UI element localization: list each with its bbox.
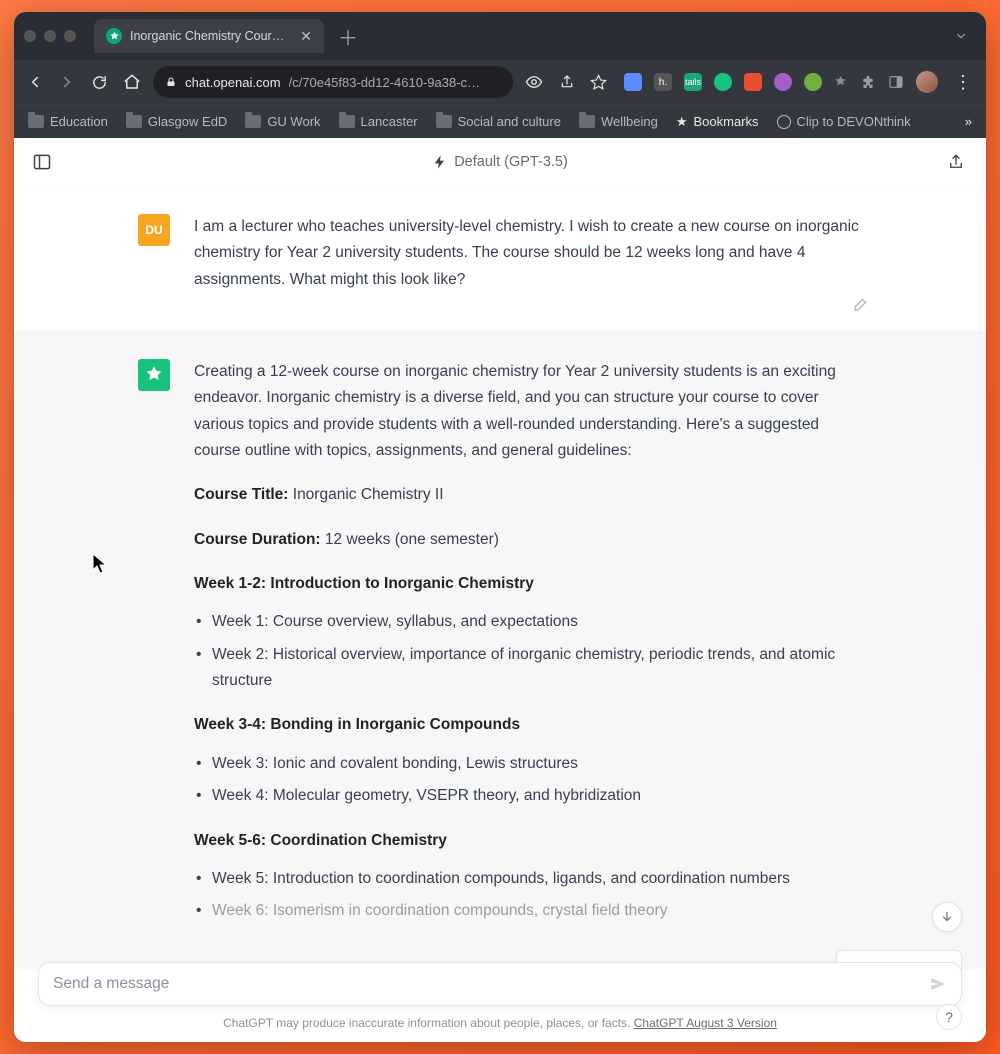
assistant-avatar bbox=[138, 359, 170, 391]
extension-icon[interactable] bbox=[774, 73, 792, 91]
home-button[interactable] bbox=[121, 70, 143, 94]
extension-icon[interactable] bbox=[804, 73, 822, 91]
extension-icon[interactable] bbox=[714, 73, 732, 91]
list-item: Week 2: Historical overview, importance … bbox=[194, 642, 862, 695]
app-header: Default (GPT-3.5) bbox=[14, 138, 986, 186]
browser-menu-icon[interactable]: ⋮ bbox=[950, 72, 976, 93]
section-list: Week 5: Introduction to coordination com… bbox=[194, 866, 862, 925]
assistant-message: Creating a 12-week course on inorganic c… bbox=[14, 331, 986, 971]
share-url-icon[interactable] bbox=[555, 70, 577, 94]
section-heading: Week 5-6: Coordination Chemistry bbox=[194, 828, 862, 854]
profile-avatar-icon[interactable] bbox=[916, 71, 938, 93]
bookmark-item[interactable]: Clip to DEVONthink bbox=[777, 114, 911, 129]
extension-icons: h. tails ⋮ bbox=[624, 71, 976, 93]
close-window-icon[interactable] bbox=[24, 30, 36, 42]
scroll-to-bottom-button[interactable] bbox=[932, 902, 962, 932]
list-item: Week 5: Introduction to coordination com… bbox=[194, 866, 862, 892]
url-path: /c/70e45f83-dd12-4610-9a38-c… bbox=[289, 75, 481, 90]
bookmarks-overflow-icon[interactable]: » bbox=[965, 114, 972, 129]
bolt-icon bbox=[432, 154, 448, 170]
bookmark-folder[interactable]: Wellbeing bbox=[579, 114, 658, 129]
composer-area: ChatGPT may produce inaccurate informati… bbox=[14, 962, 986, 1042]
folder-icon bbox=[579, 115, 595, 128]
section-heading: Week 1-2: Introduction to Inorganic Chem… bbox=[194, 571, 862, 597]
share-conversation-button[interactable] bbox=[944, 150, 968, 174]
extensions-menu-icon[interactable] bbox=[860, 74, 876, 90]
folder-icon bbox=[436, 115, 452, 128]
bookmark-folder[interactable]: Education bbox=[28, 114, 108, 129]
assistant-paragraph: Course Duration: 12 weeks (one semester) bbox=[194, 527, 862, 553]
composer[interactable] bbox=[38, 962, 962, 1006]
bookmark-item[interactable]: ★ Bookmarks bbox=[676, 114, 759, 130]
folder-icon bbox=[339, 115, 355, 128]
extension-icon[interactable]: h. bbox=[654, 73, 672, 91]
toggle-sidebar-button[interactable] bbox=[30, 150, 54, 174]
folder-icon bbox=[245, 115, 261, 128]
openai-favicon-icon bbox=[106, 28, 122, 44]
bookmark-folder[interactable]: Lancaster bbox=[339, 114, 418, 129]
close-tab-icon[interactable]: ✕ bbox=[298, 28, 314, 45]
tab-title: Inorganic Chemistry Course De bbox=[130, 29, 290, 43]
extension-icon[interactable] bbox=[624, 73, 642, 91]
list-item: Week 1: Course overview, syllabus, and e… bbox=[194, 609, 862, 635]
message-input[interactable] bbox=[53, 975, 929, 993]
globe-icon bbox=[777, 115, 791, 129]
section-list: Week 1: Course overview, syllabus, and e… bbox=[194, 609, 862, 694]
footer-disclaimer: ChatGPT may produce inaccurate informati… bbox=[38, 1016, 962, 1030]
list-item: Week 6: Isomerism in coordination compou… bbox=[194, 898, 862, 924]
user-message: DU I am a lecturer who teaches universit… bbox=[14, 186, 986, 331]
model-selector[interactable]: Default (GPT-3.5) bbox=[432, 154, 568, 170]
maximize-window-icon[interactable] bbox=[64, 30, 76, 42]
eye-icon[interactable] bbox=[523, 70, 545, 94]
assistant-paragraph: Creating a 12-week course on inorganic c… bbox=[194, 359, 862, 464]
bookmarks-bar: Education Glasgow EdD GU Work Lancaster … bbox=[14, 104, 986, 138]
bookmark-star-icon[interactable] bbox=[588, 70, 610, 94]
extension-icon[interactable] bbox=[744, 73, 762, 91]
version-link[interactable]: ChatGPT August 3 Version bbox=[634, 1016, 777, 1030]
reload-button[interactable] bbox=[89, 70, 111, 94]
user-message-text: I am a lecturer who teaches university-l… bbox=[194, 214, 862, 293]
list-item: Week 3: Ionic and covalent bonding, Lewi… bbox=[194, 751, 862, 777]
minimize-window-icon[interactable] bbox=[44, 30, 56, 42]
bookmark-folder[interactable]: Glasgow EdD bbox=[126, 114, 227, 129]
url-domain: chat.openai.com bbox=[185, 75, 280, 90]
bookmark-folder[interactable]: Social and culture bbox=[436, 114, 561, 129]
tab-overflow-icon[interactable] bbox=[954, 29, 976, 43]
lock-icon bbox=[165, 76, 177, 88]
list-item: Week 4: Molecular geometry, VSEPR theory… bbox=[194, 783, 862, 809]
extension-icon[interactable]: tails bbox=[684, 73, 702, 91]
browser-tab[interactable]: Inorganic Chemistry Course De ✕ bbox=[94, 19, 324, 53]
back-button[interactable] bbox=[24, 70, 46, 94]
openai-logo-icon bbox=[144, 365, 164, 385]
assistant-paragraph: Course Title: Inorganic Chemistry II bbox=[194, 482, 862, 508]
browser-tab-bar: Inorganic Chemistry Course De ✕ ＋ bbox=[14, 12, 986, 60]
new-tab-button[interactable]: ＋ bbox=[338, 22, 358, 51]
send-button[interactable] bbox=[929, 975, 947, 993]
help-button[interactable]: ? bbox=[936, 1004, 962, 1030]
section-list: Week 3: Ionic and covalent bonding, Lewi… bbox=[194, 751, 862, 810]
user-avatar: DU bbox=[138, 214, 170, 246]
window-controls[interactable] bbox=[24, 30, 76, 42]
model-label-text: Default (GPT-3.5) bbox=[454, 154, 568, 170]
sidepanel-icon[interactable] bbox=[888, 74, 904, 90]
folder-icon bbox=[126, 115, 142, 128]
address-bar[interactable]: chat.openai.com /c/70e45f83-dd12-4610-9a… bbox=[153, 66, 513, 98]
edit-message-button[interactable] bbox=[852, 295, 870, 313]
browser-toolbar: chat.openai.com /c/70e45f83-dd12-4610-9a… bbox=[14, 60, 986, 104]
extension-icon[interactable] bbox=[834, 75, 848, 89]
bookmark-folder[interactable]: GU Work bbox=[245, 114, 320, 129]
forward-button[interactable] bbox=[56, 70, 78, 94]
section-heading: Week 3-4: Bonding in Inorganic Compounds bbox=[194, 712, 862, 738]
folder-icon bbox=[28, 115, 44, 128]
